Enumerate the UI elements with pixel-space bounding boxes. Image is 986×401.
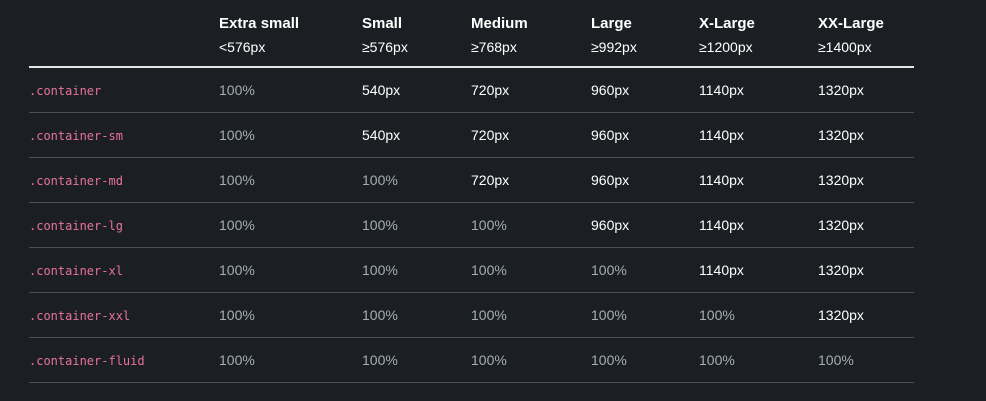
container-class-name: .container-xxl [29,292,219,338]
max-width-value: 1320px [818,157,914,203]
table-row: .container-fluid 100% 100% 100% 100% 100% 100% [29,337,914,383]
table-row: .container-md 100% 100% 720px 960px 1140px 132… [29,157,914,203]
max-width-value: 100% [699,292,818,338]
max-width-value: 720px [471,157,591,203]
max-width-value: 100% [818,337,914,383]
breakpoint-dimension: ≥576px [362,39,408,55]
header-row: Extra small <576px Small ≥576px Medium ≥… [29,8,914,68]
max-width-value: 1320px [818,292,914,338]
breakpoint-name: Extra small [219,15,300,32]
container-class-name: .container-fluid [29,337,219,383]
max-width-value: 1320px [818,247,914,293]
header-large: Large ≥992px [591,8,699,68]
max-width-value: 100% [219,157,362,203]
max-width-value: 1320px [818,67,914,113]
header-medium: Medium ≥768px [471,8,591,68]
max-width-value: 960px [591,112,699,158]
table-row: .container-xxl 100% 100% 100% 100% 100% 1320px [29,292,914,338]
max-width-value: 540px [362,67,471,113]
max-width-value: 100% [591,292,699,338]
table-row: .container-lg 100% 100% 100% 960px 1140px 1320… [29,202,914,248]
breakpoint-dimension: ≥768px [471,39,517,55]
breakpoint-dimension: ≥1200px [699,39,753,55]
max-width-value: 960px [591,67,699,113]
table-row: .container-xl 100% 100% 100% 100% 1140px 1320p… [29,247,914,293]
max-width-value: 720px [471,67,591,113]
max-width-value: 540px [362,112,471,158]
table-header: Extra small <576px Small ≥576px Medium ≥… [29,8,914,68]
max-width-value: 1140px [699,67,818,113]
breakpoint-name: Small [362,15,403,32]
max-width-value: 720px [471,112,591,158]
max-width-value: 100% [362,247,471,293]
table-row: .container 100% 540px 720px 960px 1140px 1320p… [29,67,914,113]
max-width-value: 100% [362,202,471,248]
header-small: Small ≥576px [362,8,471,68]
max-width-value: 100% [219,337,362,383]
breakpoint-name: X-Large [699,15,755,32]
max-width-value: 1140px [699,112,818,158]
header-empty-cell [29,8,219,68]
max-width-value: 100% [591,247,699,293]
max-width-value: 960px [591,202,699,248]
table-row: .container-sm 100% 540px 720px 960px 1140px 13… [29,112,914,158]
max-width-value: 100% [219,247,362,293]
header-extra-small: Extra small <576px [219,8,362,68]
max-width-value: 100% [471,247,591,293]
max-width-value: 100% [699,337,818,383]
max-width-value: 1320px [818,112,914,158]
container-class-name: .container-lg [29,202,219,248]
max-width-value: 100% [362,337,471,383]
max-width-value: 100% [219,112,362,158]
breakpoint-name: XX-Large [818,15,884,32]
max-width-value: 100% [471,292,591,338]
breakpoint-name: Medium [471,15,528,32]
container-class-name: .container-sm [29,112,219,158]
max-width-value: 1140px [699,247,818,293]
max-width-value: 100% [219,202,362,248]
max-width-value: 1140px [699,202,818,248]
table-body: .container 100% 540px 720px 960px 1140px 1320p… [29,67,914,383]
container-breakpoints-table: Extra small <576px Small ≥576px Medium ≥… [29,8,914,383]
container-class-name: .container-md [29,157,219,203]
max-width-value: 960px [591,157,699,203]
max-width-value: 100% [362,157,471,203]
max-width-value: 100% [471,202,591,248]
max-width-value: 100% [219,67,362,113]
max-width-value: 1140px [699,157,818,203]
max-width-value: 100% [362,292,471,338]
breakpoint-dimension: ≥1400px [818,39,872,55]
breakpoint-dimension: ≥992px [591,39,637,55]
breakpoint-name: Large [591,15,632,32]
max-width-value: 100% [471,337,591,383]
max-width-value: 1320px [818,202,914,248]
max-width-value: 100% [591,337,699,383]
container-class-name: .container [29,67,219,113]
breakpoint-dimension: <576px [219,39,266,55]
container-class-name: .container-xl [29,247,219,293]
header-x-large: X-Large ≥1200px [699,8,818,68]
max-width-value: 100% [219,292,362,338]
header-xx-large: XX-Large ≥1400px [818,8,914,68]
